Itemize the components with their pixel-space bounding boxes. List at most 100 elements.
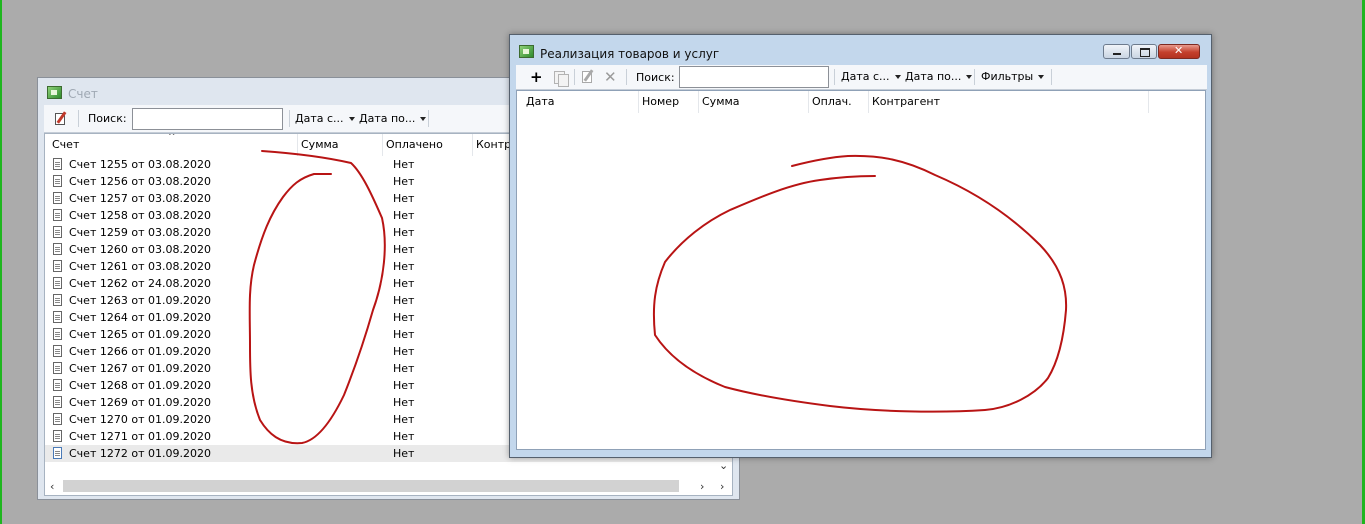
- document-icon: [53, 362, 62, 374]
- chevron-down-icon: [1038, 74, 1045, 79]
- chevron-down-icon: [420, 116, 427, 121]
- document-icon: [53, 413, 62, 425]
- document-icon: [53, 209, 62, 221]
- invoice-name-cell: Счет 1266 от 01.09.2020: [69, 345, 211, 358]
- date-to-label: Дата по...: [359, 112, 416, 125]
- invoice-name-cell: Счет 1269 от 01.09.2020: [69, 396, 211, 409]
- invoice-paid-cell: Нет: [393, 328, 415, 341]
- invoice-name-cell: Счет 1262 от 24.08.2020: [69, 277, 211, 290]
- document-icon: [53, 192, 62, 204]
- invoice-paid-cell: Нет: [393, 447, 415, 460]
- horizontal-scrollbar[interactable]: ‹ › ›: [45, 478, 732, 495]
- date-from-dropdown[interactable]: Дата с...: [295, 112, 355, 125]
- column-header-paid[interactable]: Оплач.: [809, 91, 869, 113]
- invoice-paid-cell: Нет: [393, 243, 415, 256]
- sales-window: Реализация товаров и услуг + ✕ Поиск: Да…: [509, 34, 1212, 458]
- document-icon: [53, 430, 62, 442]
- invoice-name-cell: Счет 1271 от 01.09.2020: [69, 430, 211, 443]
- add-button[interactable]: +: [530, 65, 543, 89]
- invoice-name-cell: Счет 1261 от 03.08.2020: [69, 260, 211, 273]
- column-header-oplacheno[interactable]: Оплачено: [383, 134, 473, 156]
- toolbar-separator: [574, 69, 575, 85]
- invoice-paid-cell: Нет: [393, 277, 415, 290]
- date-from-label: Дата с...: [841, 70, 890, 83]
- column-header-summa[interactable]: Сумма: [298, 134, 383, 156]
- invoice-name-cell: Счет 1259 от 03.08.2020: [69, 226, 211, 239]
- scroll-down-icon[interactable]: ⌄: [719, 459, 728, 472]
- document-icon: [53, 396, 62, 408]
- toolbar-separator: [834, 69, 835, 85]
- scroll-right-icon[interactable]: ›: [700, 480, 704, 493]
- invoice-name-cell: Счет 1264 от 01.09.2020: [69, 311, 211, 324]
- app-icon: [519, 45, 534, 58]
- close-button[interactable]: [1158, 44, 1200, 59]
- toolbar-separator: [1051, 69, 1052, 85]
- title-bar[interactable]: Реализация товаров и услуг: [510, 35, 1211, 61]
- toolbar-separator: [974, 69, 975, 85]
- toolbar-separator: [78, 110, 79, 127]
- invoice-name-cell: Счет 1267 от 01.09.2020: [69, 362, 211, 375]
- invoice-paid-cell: Нет: [393, 226, 415, 239]
- sales-list: Дата Номер Сумма Оплач. Контрагент ^: [516, 90, 1206, 450]
- invoice-paid-cell: Нет: [393, 396, 415, 409]
- invoice-name-cell: Счет 1268 от 01.09.2020: [69, 379, 211, 392]
- toolbar-separator: [626, 69, 627, 85]
- document-icon: [53, 345, 62, 357]
- invoice-paid-cell: Нет: [393, 175, 415, 188]
- invoice-name-cell: Счет 1255 от 03.08.2020: [69, 158, 211, 171]
- document-icon: [53, 311, 62, 323]
- toolbar: + ✕ Поиск: Дата с... Дата по... Фильтры: [516, 65, 1207, 90]
- toolbar-separator: [428, 110, 429, 127]
- edit-icon[interactable]: [581, 69, 595, 84]
- invoice-name-cell: Счет 1256 от 03.08.2020: [69, 175, 211, 188]
- invoice-paid-cell: Нет: [393, 379, 415, 392]
- column-header-sum[interactable]: Сумма: [699, 91, 809, 113]
- scroll-end-icon[interactable]: ›: [720, 480, 724, 493]
- edit-icon[interactable]: [54, 111, 68, 126]
- window-title: Реализация товаров и услуг: [540, 47, 720, 61]
- invoice-name-cell: Счет 1272 от 01.09.2020: [69, 447, 211, 460]
- invoice-paid-cell: Нет: [393, 192, 415, 205]
- delete-icon[interactable]: ✕: [604, 65, 617, 89]
- search-label: Поиск:: [636, 70, 675, 84]
- search-input[interactable]: [679, 66, 829, 88]
- invoice-paid-cell: Нет: [393, 294, 415, 307]
- chevron-down-icon: [894, 74, 901, 79]
- document-icon: [53, 260, 62, 272]
- sort-ascending-icon: ^: [168, 133, 176, 142]
- date-to-label: Дата по...: [905, 70, 962, 83]
- document-icon: [53, 226, 62, 238]
- document-icon: [53, 447, 62, 459]
- invoice-paid-cell: Нет: [393, 260, 415, 273]
- invoice-name-cell: Счет 1257 от 03.08.2020: [69, 192, 211, 205]
- search-input[interactable]: [132, 108, 283, 130]
- document-icon: [53, 294, 62, 306]
- document-icon: [53, 328, 62, 340]
- toolbar-separator: [289, 110, 290, 127]
- date-from-dropdown[interactable]: Дата с...: [841, 70, 901, 83]
- invoice-name-cell: Счет 1258 от 03.08.2020: [69, 209, 211, 222]
- invoice-name-cell: Счет 1263 от 01.09.2020: [69, 294, 211, 307]
- date-to-dropdown[interactable]: Дата по...: [905, 70, 973, 83]
- filters-label: Фильтры: [981, 70, 1034, 83]
- filters-dropdown[interactable]: Фильтры: [981, 70, 1045, 83]
- list-header: Дата Номер Сумма Оплач. Контрагент ^: [517, 91, 1205, 113]
- invoice-paid-cell: Нет: [393, 311, 415, 324]
- column-header-number[interactable]: Номер: [639, 91, 699, 113]
- maximize-button[interactable]: [1131, 44, 1157, 59]
- scrollbar-thumb[interactable]: [63, 480, 679, 492]
- column-header-counterparty[interactable]: Контрагент: [869, 91, 1149, 113]
- document-icon: [53, 175, 62, 187]
- screen-edge-left: [0, 0, 2, 524]
- window-title: Счет: [68, 87, 98, 101]
- scroll-left-icon[interactable]: ‹: [50, 480, 54, 493]
- invoice-paid-cell: Нет: [393, 158, 415, 171]
- invoice-paid-cell: Нет: [393, 413, 415, 426]
- invoice-name-cell: Счет 1270 от 01.09.2020: [69, 413, 211, 426]
- search-label: Поиск:: [88, 112, 127, 125]
- minimize-button[interactable]: [1103, 44, 1130, 59]
- document-icon: [53, 243, 62, 255]
- invoice-paid-cell: Нет: [393, 430, 415, 443]
- chevron-down-icon: [348, 116, 355, 121]
- date-to-dropdown[interactable]: Дата по...: [359, 112, 427, 125]
